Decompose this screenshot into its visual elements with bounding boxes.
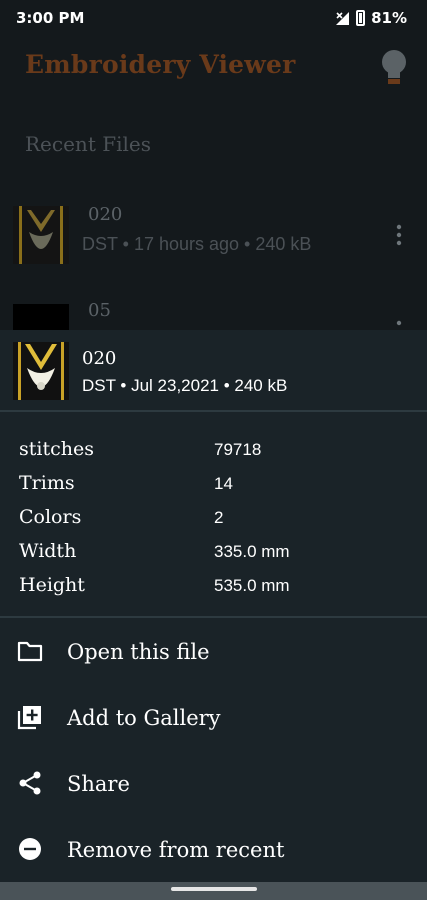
detail-row-stitches: stitches 79718 [0, 436, 427, 470]
file-meta: DST • 17 hours ago • 240 kB [82, 234, 312, 254]
detail-row-colors: Colors 2 [0, 504, 427, 538]
detail-value: 14 [214, 474, 233, 493]
detail-label: Colors [19, 506, 82, 528]
sheet-file-meta: DST • Jul 23,2021 • 240 kB [82, 376, 288, 395]
detail-label: stitches [19, 438, 94, 460]
file-thumbnail [13, 342, 69, 400]
add-library-icon [17, 706, 41, 730]
app-title: Embroidery Viewer [25, 50, 296, 79]
divider [0, 616, 427, 618]
signal-icon [336, 12, 350, 25]
action-label: Remove from recent [67, 838, 285, 862]
detail-label: Height [19, 574, 85, 596]
action-label: Share [67, 772, 130, 796]
file-name: 05 [88, 300, 111, 321]
file-details-sheet: 020 DST • Jul 23,2021 • 240 kB stitches … [0, 330, 427, 882]
action-label: Add to Gallery [67, 706, 221, 730]
home-gesture-handle[interactable] [171, 887, 257, 891]
file-details-list: stitches 79718 Trims 14 Colors 2 Width 3… [0, 436, 427, 606]
detail-row-width: Width 335.0 mm [0, 538, 427, 572]
detail-row-trims: Trims 14 [0, 470, 427, 504]
detail-row-height: Height 535.0 mm [0, 572, 427, 606]
recent-files-header: Recent Files [25, 132, 151, 156]
sheet-file-header: 020 DST • Jul 23,2021 • 240 kB [0, 330, 427, 410]
more-vert-icon[interactable] [394, 224, 404, 246]
detail-label: Trims [19, 472, 75, 494]
status-bar: 3:00 PM 81% [0, 0, 427, 36]
actions-list: Open this file Add to Gallery Share Remo… [0, 620, 427, 884]
file-name: 020 [88, 204, 123, 225]
action-label: Open this file [67, 640, 210, 664]
add-to-gallery-button[interactable]: Add to Gallery [0, 686, 427, 752]
divider [0, 410, 427, 412]
remove-circle-icon [19, 838, 41, 860]
detail-value: 2 [214, 508, 224, 527]
share-icon [19, 771, 41, 795]
remove-from-recent-button[interactable]: Remove from recent [0, 818, 427, 884]
app-background: 3:00 PM 81% Embroidery Viewer Recent Fil… [0, 0, 427, 330]
sheet-file-name: 020 [82, 348, 117, 369]
file-thumbnail [13, 304, 69, 330]
folder-icon [17, 641, 43, 662]
share-button[interactable]: Share [0, 752, 427, 818]
detail-label: Width [19, 540, 77, 562]
open-file-button[interactable]: Open this file [0, 620, 427, 686]
battery-icon [356, 10, 366, 26]
detail-value: 335.0 mm [214, 542, 290, 561]
detail-value: 535.0 mm [214, 576, 290, 595]
recent-file-item[interactable]: 020 DST • 17 hours ago • 240 kB [0, 198, 427, 268]
detail-value: 79718 [214, 440, 262, 459]
lightbulb-icon[interactable] [378, 48, 410, 88]
status-time: 3:00 PM [16, 9, 85, 27]
battery-percent: 81% [371, 9, 407, 27]
status-icons: 81% [334, 9, 407, 27]
file-thumbnail [13, 206, 69, 264]
navigation-bar [0, 882, 427, 900]
